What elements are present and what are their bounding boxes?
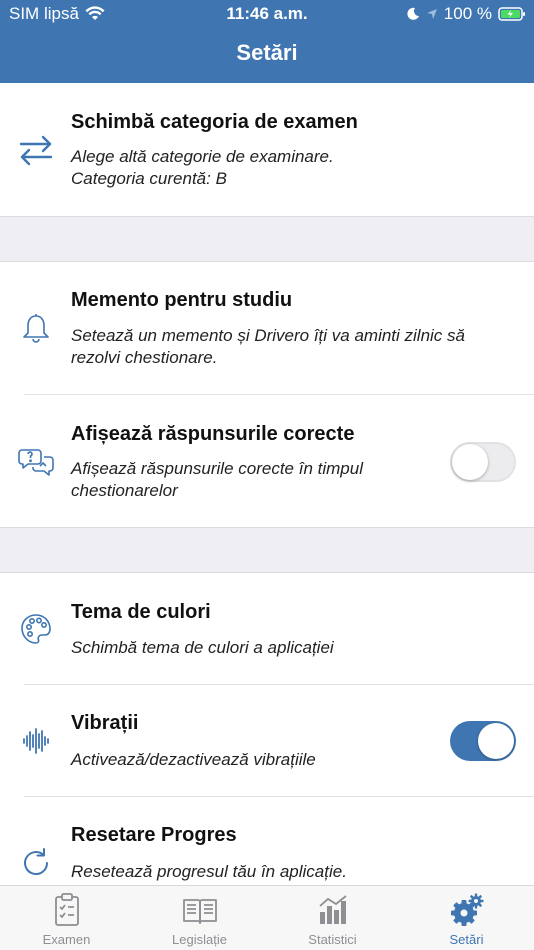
battery-charging-icon	[498, 7, 525, 21]
moon-icon	[407, 7, 419, 20]
page-title: Setări	[236, 40, 298, 65]
show-answers-title: Afișează răspunsurile corecte	[71, 423, 355, 445]
vibrations-title: Vibrații	[71, 712, 139, 734]
show-answers-toggle[interactable]	[450, 442, 516, 482]
study-reminder-desc: Setează un memento și Drivero îți va ami…	[71, 326, 465, 367]
question-chat-icon	[16, 441, 56, 481]
vibrations-desc: Activează/dezactivează vibrațiile	[71, 750, 316, 769]
settings-row-reset-progress[interactable]: Resetare Progres Resetează progresul tău…	[0, 797, 534, 887]
show-answers-desc: Afișează răspunsurile corecte în timpul …	[71, 459, 363, 500]
book-icon	[182, 899, 217, 924]
tab-label: Setări	[449, 932, 484, 947]
refresh-icon	[16, 843, 56, 883]
app-header: SIM lipsă 11:46 a.m. 100 % Setări	[0, 0, 534, 83]
settings-row-vibrations[interactable]: Vibrații Activează/dezactivează vibrații…	[0, 685, 534, 796]
color-theme-title: Tema de culori	[71, 601, 211, 623]
exam-category-desc: Alege altă categorie de examinare. Categ…	[71, 146, 511, 190]
status-right: 100 %	[406, 4, 526, 24]
location-arrow-icon	[426, 9, 437, 19]
exam-category-desc-line1: Alege altă categorie de examinare.	[71, 147, 334, 166]
toggle-knob	[478, 723, 514, 759]
chart-icon	[318, 895, 347, 924]
exam-category-title: Schimbă categoria de examen	[71, 111, 358, 133]
current-category: Categoria curentă: B	[71, 169, 227, 188]
toggle-knob	[452, 444, 488, 480]
swap-arrows-icon	[16, 130, 56, 170]
clipboard-icon	[54, 893, 79, 926]
settings-row-study-reminder[interactable]: Memento pentru studiu Setează un memento…	[0, 262, 534, 394]
reset-progress-desc: Resetează progresul tău în aplicație.	[71, 862, 347, 881]
color-theme-desc: Schimbă tema de culori a aplicației	[71, 638, 334, 657]
settings-row-show-answers[interactable]: Afișează răspunsurile corecte Afișează r…	[0, 395, 534, 527]
tab-label: Statistici	[308, 932, 357, 947]
bell-icon	[16, 308, 56, 348]
tab-statistici[interactable]: Statistici	[266, 886, 399, 950]
reset-progress-title: Resetare Progres	[71, 824, 237, 846]
tab-examen[interactable]: Examen	[0, 886, 133, 950]
settings-row-color-theme[interactable]: Tema de culori Schimbă tema de culori a …	[0, 573, 534, 684]
tab-setari[interactable]: Setări	[400, 886, 533, 950]
section-gap	[0, 527, 534, 573]
vibrations-toggle[interactable]	[450, 721, 516, 761]
sound-wave-icon	[16, 721, 56, 761]
section-gap	[0, 216, 534, 262]
tab-label: Examen	[42, 932, 91, 947]
study-reminder-title: Memento pentru studiu	[71, 289, 293, 311]
tab-bar: Examen Legislație Statistici Setări	[0, 885, 534, 950]
palette-icon	[16, 609, 56, 649]
tab-label: Legislație	[172, 932, 227, 947]
gear-icon	[450, 893, 483, 926]
tab-legislatie[interactable]: Legislație	[133, 886, 266, 950]
battery-percent: 100 %	[443, 4, 492, 23]
settings-row-exam-category[interactable]: Schimbă categoria de examen Alege altă c…	[0, 83, 534, 216]
